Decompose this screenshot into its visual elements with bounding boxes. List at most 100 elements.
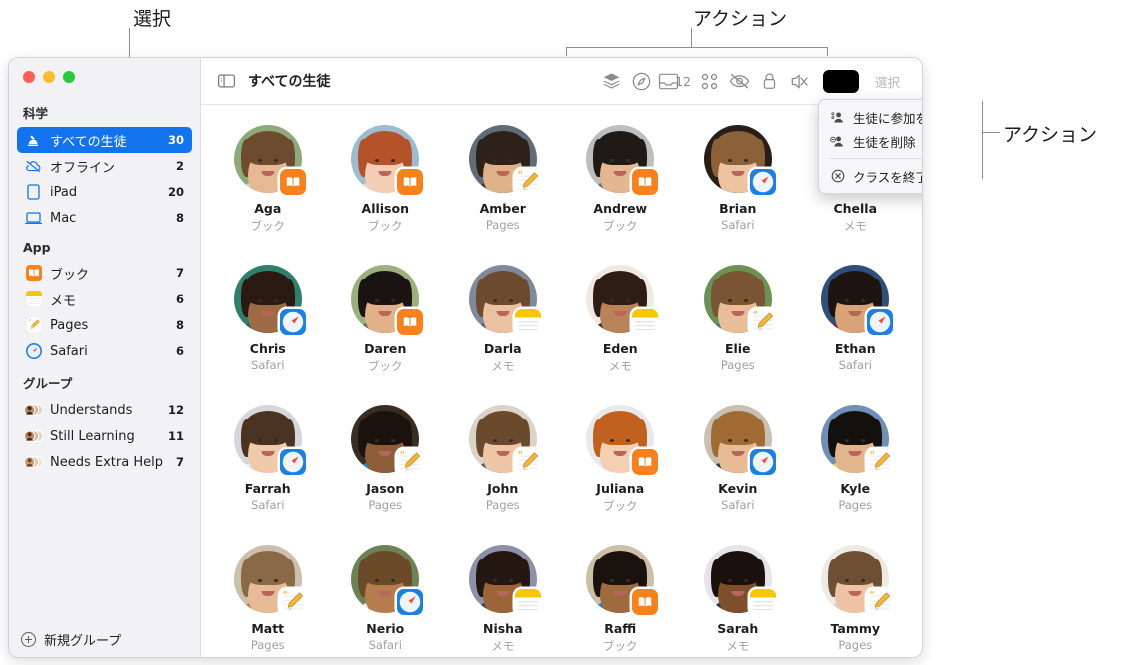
student-card[interactable]: “ Jason Pages: [327, 399, 445, 539]
student-grid: Aga ブック Allison ブック “ Amber Pages Andrew ブック Bria…: [201, 105, 922, 657]
notes-app-icon: [24, 291, 43, 308]
notes-badge-icon: [514, 589, 541, 615]
avatar-wrap: [703, 545, 776, 615]
student-name: Chella: [833, 201, 878, 216]
student-name: Andrew: [593, 201, 648, 216]
sidebar-item-label: Still Learning: [50, 428, 135, 444]
remove-student-icon: [829, 135, 846, 148]
student-card[interactable]: Farrah Safari: [209, 399, 327, 539]
avatar-wrap: [233, 405, 306, 475]
screen-view-swatch[interactable]: [822, 69, 859, 93]
svg-text:“: “: [870, 590, 875, 602]
avatar-wrap: [586, 265, 659, 335]
student-card[interactable]: Sarah メモ: [679, 539, 797, 657]
microscope-icon: [24, 132, 43, 149]
annotation-actions-top-bracket: [566, 47, 828, 48]
lock-icon[interactable]: [755, 68, 785, 94]
sidebar-item-count: 7: [175, 455, 184, 469]
avatar-wrap: [233, 265, 306, 335]
avatar-wrap: [468, 265, 541, 335]
minimize-button[interactable]: [43, 71, 55, 83]
student-app: ブック: [368, 219, 403, 233]
student-card[interactable]: Juliana ブック: [562, 399, 680, 539]
sidebar-item-mac[interactable]: Mac 8: [17, 205, 192, 231]
hide-eye-icon[interactable]: [725, 68, 755, 94]
notes-badge-icon: [749, 589, 776, 615]
sidebar-item-still-learning[interactable]: Still Learning 11: [17, 423, 192, 449]
sidebar-item-understands[interactable]: Understands 12: [17, 397, 192, 423]
avatar-wrap: [586, 125, 659, 195]
student-card[interactable]: “ Elie Pages: [679, 259, 797, 399]
sidebar-item-books[interactable]: ブック 7: [17, 260, 192, 286]
menu-item-end-class[interactable]: クラスを終了: [819, 164, 922, 188]
avatar-wrap: [351, 265, 424, 335]
sidebar-item-label: iPad: [50, 184, 78, 200]
menu-item-invite-student[interactable]: 生徒に参加を依頼: [819, 105, 922, 129]
student-app: Pages: [838, 498, 873, 512]
student-card[interactable]: “ Matt Pages: [209, 539, 327, 657]
student-card[interactable]: Darla メモ: [444, 259, 562, 399]
student-card[interactable]: Nerio Safari: [327, 539, 445, 657]
end-class-icon: [829, 169, 846, 183]
svg-text:“: “: [28, 319, 31, 326]
student-card[interactable]: “ Kyle Pages: [797, 399, 915, 539]
student-card[interactable]: Kevin Safari: [679, 399, 797, 539]
books-badge-icon: [632, 449, 659, 475]
student-app: メモ: [491, 359, 515, 373]
sidebar-item-ipad[interactable]: iPad 20: [17, 179, 192, 205]
books-badge-icon: [632, 169, 659, 195]
annotation-actions-top-stem: [691, 28, 692, 47]
student-name: Tammy: [830, 621, 881, 636]
invite-student-icon: [829, 111, 846, 124]
student-card[interactable]: Daren ブック: [327, 259, 445, 399]
student-app: メモ: [608, 359, 632, 373]
menu-item-remove-student[interactable]: 生徒を削除: [819, 129, 922, 153]
student-card[interactable]: “ Tammy Pages: [797, 539, 915, 657]
new-group-button[interactable]: 新規グループ: [9, 621, 200, 657]
avatar-wrap: “: [821, 405, 894, 475]
sidebar-item-needs-extra-help[interactable]: Needs Extra Help 7: [17, 449, 192, 475]
sidebar-item-offline[interactable]: オフライン 2: [17, 153, 192, 179]
grid-apps-icon[interactable]: [695, 68, 725, 94]
avatar-wrap: [468, 545, 541, 615]
sidebar-toggle-icon[interactable]: [215, 68, 237, 94]
student-name: Brian: [719, 201, 757, 216]
student-card[interactable]: “ John Pages: [444, 399, 562, 539]
avatar-wrap: [233, 125, 306, 195]
sidebar-item-pages[interactable]: “ Pages 8: [17, 312, 192, 338]
pages-badge-icon: “: [279, 589, 306, 615]
layers-icon[interactable]: [596, 68, 626, 94]
student-card[interactable]: Aga ブック: [209, 119, 327, 259]
pages-badge-icon: “: [514, 169, 541, 195]
toolbar: すべての生徒 12 選択: [201, 58, 922, 105]
student-card[interactable]: Allison ブック: [327, 119, 445, 259]
sidebar-item-notes[interactable]: メモ 6: [17, 286, 192, 312]
select-button[interactable]: 選択: [865, 68, 910, 95]
mute-speaker-icon[interactable]: [785, 68, 815, 94]
sidebar-item-all-students[interactable]: すべての生徒 30: [17, 127, 192, 153]
navigate-compass-icon[interactable]: [626, 68, 656, 94]
student-card[interactable]: Chris Safari: [209, 259, 327, 399]
student-card[interactable]: Brian Safari: [679, 119, 797, 259]
student-app: Safari: [838, 358, 872, 372]
sidebar-item-label: Understands: [50, 402, 133, 418]
student-card[interactable]: Ethan Safari: [797, 259, 915, 399]
pages-badge-icon: “: [397, 449, 424, 475]
sidebar-item-label: Mac: [50, 210, 77, 226]
close-button[interactable]: [23, 71, 35, 83]
avatar-wrap: “: [351, 405, 424, 475]
student-app: ブック: [250, 219, 286, 233]
student-app: ブック: [368, 359, 403, 373]
sidebar-section-title-class: 科学: [23, 106, 49, 121]
student-app: Pages: [250, 638, 285, 652]
student-card[interactable]: “ Amber Pages: [444, 119, 562, 259]
student-card[interactable]: Andrew ブック: [562, 119, 680, 259]
student-card[interactable]: Nisha メモ: [444, 539, 562, 657]
main-pane: すべての生徒 12 選択 Aga ブック Allison ブック “ Amber…: [201, 58, 922, 657]
student-card[interactable]: Raffi ブック: [562, 539, 680, 657]
zoom-button[interactable]: [63, 71, 75, 83]
plus-circle-icon: [21, 631, 36, 647]
sidebar: 科学 すべての生徒 30 オフライン 2 iPad 20 Mac 8 App ブ…: [9, 58, 201, 657]
sidebar-item-safari[interactable]: Safari 6: [17, 338, 192, 364]
student-card[interactable]: Eden メモ: [562, 259, 680, 399]
